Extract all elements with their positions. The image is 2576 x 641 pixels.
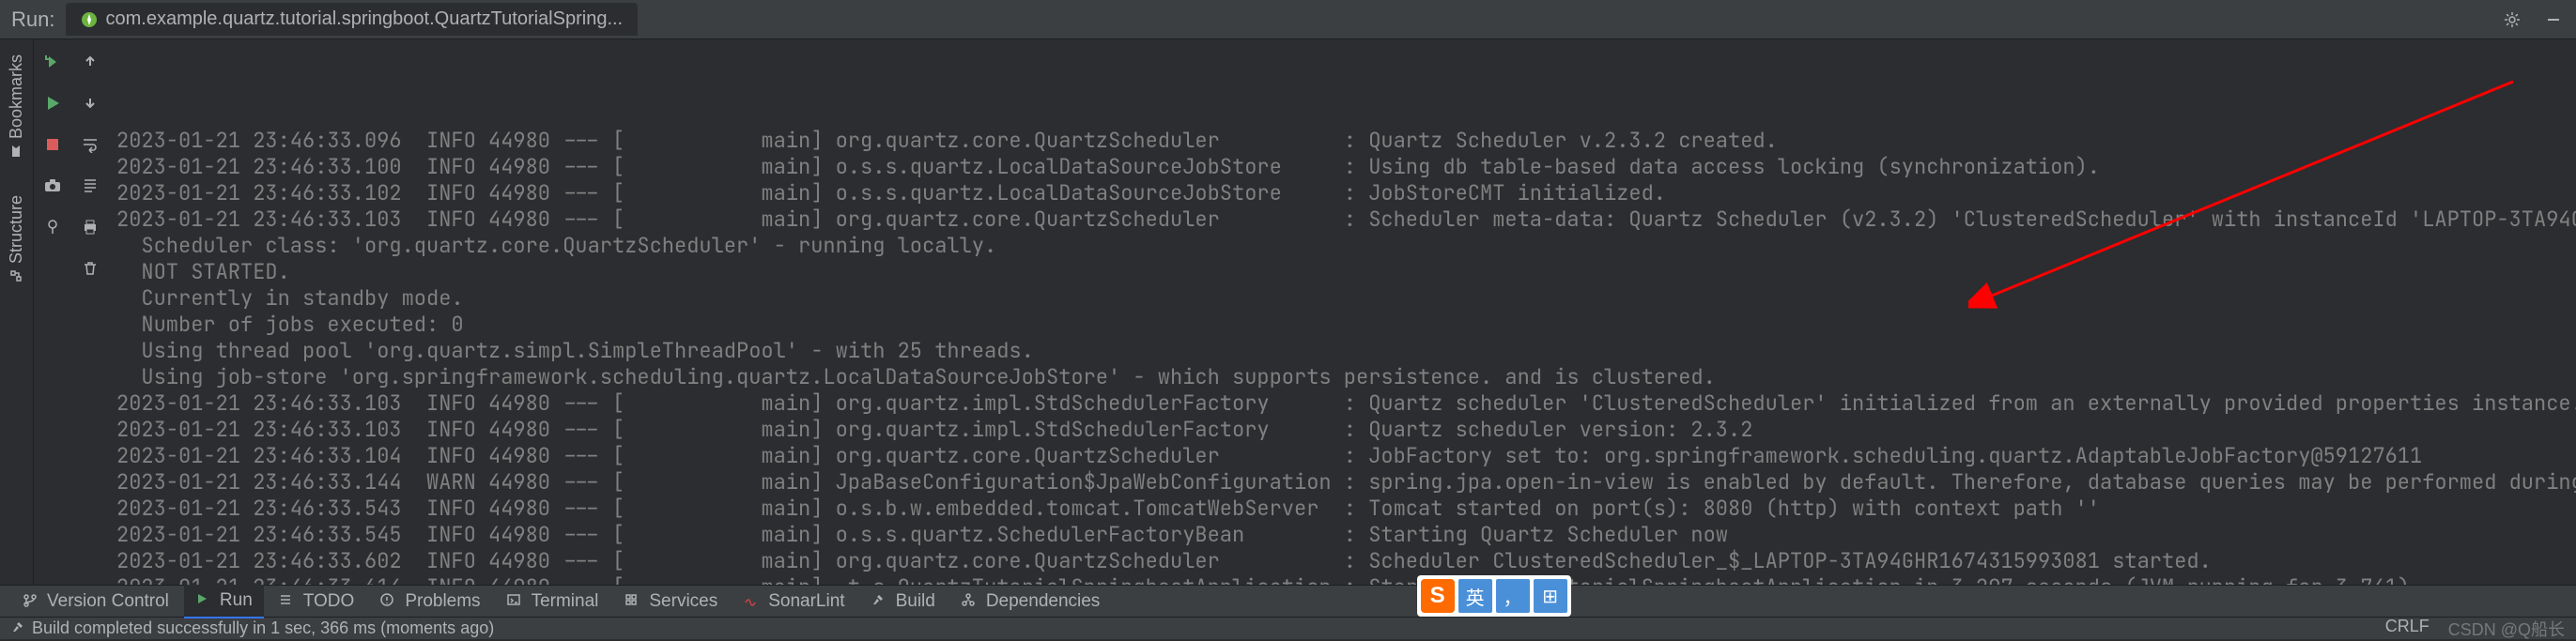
todo-tab[interactable]: TODO bbox=[268, 586, 366, 618]
run-tab-title: com.example.quartz.tutorial.springboot.Q… bbox=[105, 8, 623, 30]
camera-icon[interactable] bbox=[39, 173, 66, 199]
run-label: Run: bbox=[11, 8, 54, 32]
log-line: 2023-01-21 23:46:33.100 INFO 44980 --- [… bbox=[116, 154, 2568, 180]
scroll-to-end-icon[interactable] bbox=[77, 173, 103, 199]
print-icon[interactable] bbox=[77, 214, 103, 240]
run-tab-active[interactable]: com.example.quartz.tutorial.springboot.Q… bbox=[66, 3, 638, 36]
structure-label: Structure bbox=[7, 195, 26, 264]
ime-toolbar[interactable]: S 英 ， ⊞ bbox=[1417, 575, 1571, 617]
log-line: Number of jobs executed: 0 bbox=[116, 312, 2568, 338]
branch-icon bbox=[23, 593, 39, 610]
main-area: Bookmarks Structure bbox=[0, 39, 2576, 585]
bottom-tool-tabs: Version Control Run TODO Problems Termin… bbox=[0, 585, 2576, 617]
minimize-icon[interactable] bbox=[2542, 8, 2565, 31]
terminal-icon bbox=[507, 593, 524, 610]
version-control-tab[interactable]: Version Control bbox=[11, 586, 180, 618]
bookmarks-label: Bookmarks bbox=[7, 54, 26, 139]
hammer-status-icon bbox=[11, 618, 24, 638]
log-line: Using job-store 'org.springframework.sch… bbox=[116, 364, 2568, 390]
run-bottom-label: Run bbox=[220, 590, 253, 611]
log-line: Scheduler class: 'org.quartz.core.Quartz… bbox=[116, 233, 2568, 259]
ime-grid[interactable]: ⊞ bbox=[1534, 579, 1567, 613]
list-icon bbox=[279, 593, 296, 610]
deps-label: Dependencies bbox=[986, 591, 1100, 612]
run-tool-col2 bbox=[71, 39, 109, 585]
dependencies-tab[interactable]: Dependencies bbox=[950, 586, 1111, 618]
ime-lang[interactable]: 英 bbox=[1458, 579, 1492, 613]
log-line: 2023-01-21 23:46:33.103 INFO 44980 --- [… bbox=[116, 417, 2568, 443]
deps-icon bbox=[962, 593, 979, 610]
ime-logo[interactable]: S bbox=[1421, 579, 1455, 613]
gear-icon[interactable] bbox=[2501, 8, 2523, 31]
log-line: 2023-01-21 23:46:33.102 INFO 44980 --- [… bbox=[116, 180, 2568, 206]
build-status-msg: Build completed successfully in 1 sec, 3… bbox=[32, 618, 494, 638]
problems-label: Problems bbox=[405, 591, 480, 612]
status-csdn: CSDN @Q船长 bbox=[2448, 617, 2565, 641]
scroll-up-icon[interactable] bbox=[77, 49, 103, 75]
log-line: NOT STARTED. bbox=[116, 259, 2568, 285]
debug-pin-icon[interactable] bbox=[39, 214, 66, 240]
services-tab[interactable]: Services bbox=[613, 586, 729, 618]
springboot-icon bbox=[81, 11, 98, 28]
log-line: 2023-01-21 23:46:33.602 INFO 44980 --- [… bbox=[116, 548, 2568, 574]
softwrap-icon[interactable] bbox=[77, 131, 103, 158]
services-label: Services bbox=[649, 591, 717, 612]
terminal-label: Terminal bbox=[532, 591, 599, 612]
status-crlf[interactable]: CRLF bbox=[2385, 617, 2429, 641]
terminal-tab[interactable]: Terminal bbox=[496, 586, 610, 618]
build-tab[interactable]: Build bbox=[860, 586, 947, 618]
run-bottom-tab[interactable]: Run bbox=[184, 585, 264, 618]
build-label: Build bbox=[896, 591, 935, 612]
log-line: 2023-01-21 23:46:33.103 INFO 44980 --- [… bbox=[116, 206, 2568, 233]
sonar-icon bbox=[744, 593, 761, 610]
todo-label: TODO bbox=[303, 591, 355, 612]
vc-label: Version Control bbox=[47, 591, 169, 612]
sonarlint-tab[interactable]: SonarLint bbox=[733, 586, 856, 618]
scroll-down-icon[interactable] bbox=[77, 90, 103, 116]
run-button[interactable] bbox=[39, 90, 66, 116]
stop-button[interactable] bbox=[39, 131, 66, 158]
status-bar: Build completed successfully in 1 sec, 3… bbox=[0, 617, 2576, 639]
problems-tab[interactable]: Problems bbox=[369, 586, 491, 618]
sonar-label: SonarLint bbox=[768, 591, 844, 612]
run-tool-header: Run: com.example.quartz.tutorial.springb… bbox=[0, 0, 2576, 39]
bookmarks-tab[interactable]: Bookmarks bbox=[3, 47, 30, 165]
rerun-button[interactable] bbox=[39, 49, 66, 75]
console-output[interactable]: 2023-01-21 23:46:33.096 INFO 44980 --- [… bbox=[109, 39, 2576, 585]
left-gutter: Bookmarks Structure bbox=[0, 39, 34, 585]
log-line: 2023-01-21 23:46:33.103 INFO 44980 --- [… bbox=[116, 390, 2568, 417]
warning-icon bbox=[380, 593, 397, 610]
play-icon bbox=[195, 592, 212, 609]
log-line: 2023-01-21 23:46:33.104 INFO 44980 --- [… bbox=[116, 443, 2568, 469]
services-icon bbox=[625, 593, 641, 610]
log-line: Using thread pool 'org.quartz.simpl.Simp… bbox=[116, 338, 2568, 364]
log-line: 2023-01-21 23:46:33.614 INFO 44980 --- [… bbox=[116, 574, 2568, 585]
hammer-icon bbox=[872, 593, 888, 610]
structure-tab[interactable]: Structure bbox=[3, 188, 30, 290]
log-line: Currently in standby mode. bbox=[116, 285, 2568, 312]
log-line: 2023-01-21 23:46:33.096 INFO 44980 --- [… bbox=[116, 128, 2568, 154]
run-tool-col1 bbox=[34, 39, 71, 585]
log-line: 2023-01-21 23:46:33.144 WARN 44980 --- [… bbox=[116, 469, 2568, 496]
ime-punct[interactable]: ， bbox=[1496, 579, 1530, 613]
log-line: 2023-01-21 23:46:33.543 INFO 44980 --- [… bbox=[116, 496, 2568, 522]
trash-icon[interactable] bbox=[77, 255, 103, 282]
log-line: 2023-01-21 23:46:33.545 INFO 44980 --- [… bbox=[116, 522, 2568, 548]
